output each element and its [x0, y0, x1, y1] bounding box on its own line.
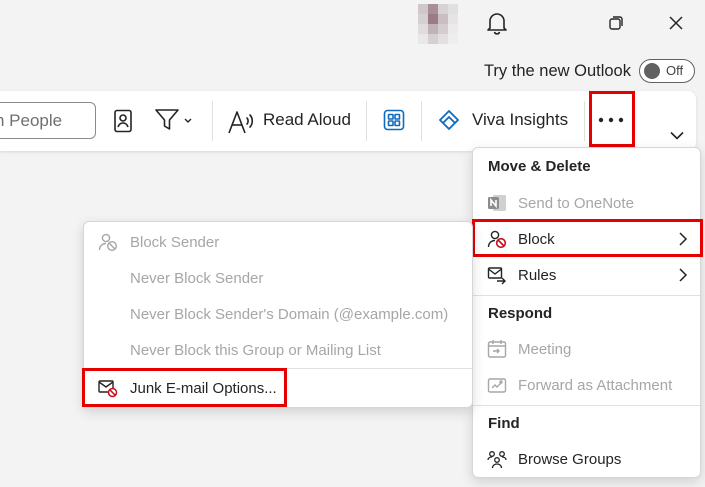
menu-item-label: Rules [518, 266, 557, 284]
ribbon-separator [366, 101, 367, 141]
filter-icon[interactable] [154, 106, 194, 134]
menu-item-block[interactable]: Block [473, 221, 700, 257]
more-options-menu: Move & Delete Send to OneNote Block Rule… [472, 147, 701, 478]
menu-item-send-to-onenote[interactable]: Send to OneNote [473, 185, 700, 221]
menu-item-rules[interactable]: Rules [473, 257, 700, 293]
meeting-icon [487, 339, 507, 359]
submenu-item-label: Never Block Sender [130, 269, 264, 287]
chevron-right-icon [676, 231, 690, 247]
viva-insights-label[interactable]: Viva Insights [472, 110, 568, 130]
restore-icon[interactable] [599, 8, 633, 38]
toggle-state-label: Off [666, 63, 684, 78]
toggle-knob [644, 63, 660, 79]
submenu-item-never-block-domain[interactable]: Never Block Sender's Domain (@example.co… [84, 296, 472, 332]
submenu-item-never-block-sender[interactable]: Never Block Sender [84, 260, 472, 296]
onenote-icon [487, 193, 507, 213]
menu-item-meeting[interactable]: Meeting [473, 331, 700, 367]
chevron-down-icon[interactable] [668, 129, 686, 141]
submenu-item-label: Never Block this Group or Mailing List [130, 341, 381, 359]
block-icon [487, 229, 507, 249]
close-icon[interactable] [659, 8, 693, 38]
avatar[interactable] [418, 4, 460, 44]
menu-item-label: Block [518, 230, 555, 248]
rules-icon [487, 265, 507, 285]
submenu-item-label: Junk E-mail Options... [130, 379, 277, 397]
junk-mail-icon [98, 378, 118, 398]
search-people-input[interactable]: n People [0, 102, 96, 139]
menu-item-forward-as-attachment[interactable]: Forward as Attachment [473, 367, 700, 403]
ribbon-toolbar: n People Read Aloud Viva Insights [0, 91, 696, 151]
groups-icon [487, 449, 507, 469]
menu-heading-move-delete: Move & Delete [488, 158, 591, 175]
forward-attachment-icon [487, 375, 507, 395]
viva-insights-icon[interactable] [436, 108, 462, 134]
submenu-item-block-sender[interactable]: Block Sender [84, 224, 472, 260]
block-sender-icon [98, 232, 118, 252]
menu-divider [473, 295, 700, 296]
read-aloud-label[interactable]: Read Aloud [263, 110, 351, 130]
submenu-item-label: Never Block Sender's Domain (@example.co… [130, 305, 449, 323]
bell-icon[interactable] [480, 8, 514, 38]
new-outlook-toggle-row: Try the new Outlook Off [484, 58, 695, 84]
chevron-right-icon [676, 267, 690, 283]
ribbon-separator [212, 101, 213, 141]
submenu-item-never-block-group[interactable]: Never Block this Group or Mailing List [84, 332, 472, 368]
submenu-divider [84, 368, 472, 369]
submenu-item-label: Block Sender [130, 233, 220, 251]
menu-item-label: Browse Groups [518, 450, 622, 468]
menu-item-label: Meeting [518, 340, 572, 358]
more-options-icon[interactable] [594, 108, 628, 132]
block-submenu: Block Sender Never Block Sender Never Bl… [83, 221, 473, 408]
new-outlook-label: Try the new Outlook [483, 61, 631, 80]
ribbon-separator [584, 101, 585, 141]
menu-heading-find: Find [488, 415, 520, 432]
ribbon-separator [421, 101, 422, 141]
address-book-icon[interactable] [110, 107, 136, 135]
menu-item-browse-groups[interactable]: Browse Groups [473, 441, 700, 477]
new-outlook-toggle[interactable]: Off [639, 59, 695, 83]
menu-item-label: Send to OneNote [518, 194, 634, 212]
read-aloud-icon[interactable] [226, 107, 256, 137]
menu-heading-respond: Respond [488, 305, 553, 322]
menu-divider [473, 405, 700, 406]
menu-item-label: Forward as Attachment [518, 376, 673, 394]
submenu-item-junk-email-options[interactable]: Junk E-mail Options... [84, 370, 472, 406]
apps-grid-icon[interactable] [382, 108, 406, 132]
